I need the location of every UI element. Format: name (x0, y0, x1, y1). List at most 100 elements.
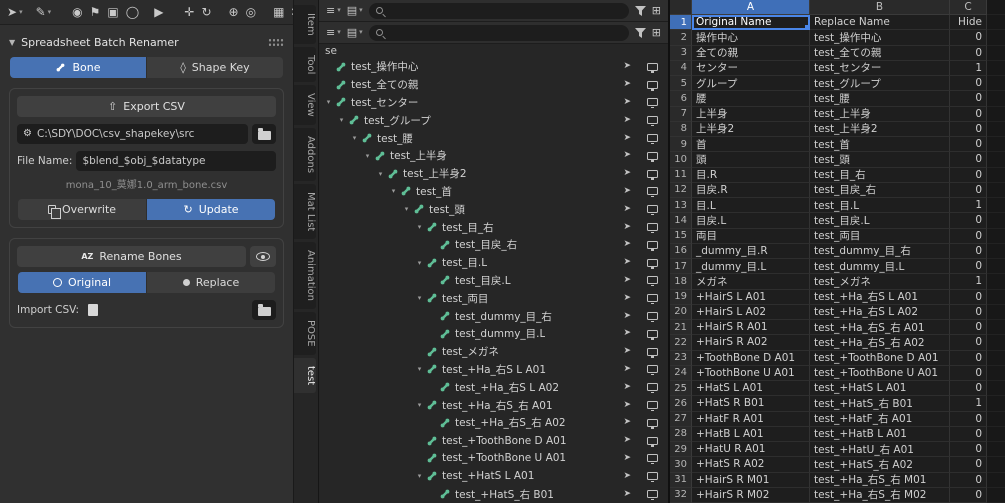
overlays-button[interactable]: ▦ (273, 6, 284, 18)
csv-path-field[interactable]: ⚙ C:\SDY\DOC\csv_shapekey\src (17, 124, 248, 144)
cell-c5[interactable]: 0 (950, 76, 987, 92)
cell-a23[interactable]: +ToothBone D A01 (692, 350, 810, 366)
cell-a2[interactable]: 操作中心 (692, 30, 810, 46)
outliner-row[interactable]: test_メガネ ➤ (319, 343, 668, 361)
snapping-button[interactable]: ⊕ (229, 6, 239, 18)
cell-b32[interactable]: test_+Ha_右S_右 M02 (810, 487, 950, 503)
row-header-27[interactable]: 27 (670, 411, 692, 427)
viewport-visibility-icon[interactable] (647, 169, 658, 180)
outliner-row[interactable]: ▾ test_両目 ➤ (319, 289, 668, 307)
cell-b13[interactable]: test_目.L (810, 198, 950, 214)
disclosure-triangle-icon[interactable]: ▾ (362, 152, 373, 160)
flag-marker-button[interactable]: ⚑ (90, 6, 101, 18)
cell-c4[interactable]: 1 (950, 60, 987, 76)
outliner-row[interactable]: ▾ test_頭 ➤ (319, 200, 668, 218)
viewport-visibility-icon[interactable] (647, 294, 658, 305)
cell-b8[interactable]: test_上半身2 (810, 121, 950, 137)
rename-bones-button[interactable]: AZ Rename Bones (17, 246, 246, 267)
cell-a16[interactable]: _dummy_目.R (692, 243, 810, 259)
cell-b25[interactable]: test_+HatS L A01 (810, 381, 950, 397)
cell-a25[interactable]: +HatS L A01 (692, 381, 810, 397)
cell-a27[interactable]: +HatF R A01 (692, 411, 810, 427)
sheet-corner-cell[interactable] (670, 0, 692, 15)
row-header-31[interactable]: 31 (670, 472, 692, 488)
proportional-edit-button[interactable]: ◎ (246, 6, 256, 18)
cell-a31[interactable]: +HairS R M01 (692, 472, 810, 488)
panel-expand-icon[interactable]: ▼ (9, 38, 15, 47)
overwrite-button[interactable]: Overwrite (18, 199, 146, 220)
import-browse-button[interactable] (252, 300, 276, 320)
mirror-toggle-button[interactable]: ▣ (107, 6, 118, 18)
outliner-row[interactable]: ▾ test_+HatS L A01 ➤ (319, 467, 668, 485)
viewport-visibility-icon[interactable] (647, 80, 658, 91)
row-header-9[interactable]: 9 (670, 137, 692, 153)
selectable-toggle-icon[interactable]: ➤ (623, 275, 631, 285)
selectable-toggle-icon[interactable]: ➤ (623, 258, 631, 267)
cell-c22[interactable]: 0 (950, 335, 987, 351)
cell-a13[interactable]: 目.L (692, 198, 810, 214)
row-header-25[interactable]: 25 (670, 381, 692, 397)
editor-type-menu-2[interactable]: ≡ ▾ (326, 27, 341, 38)
cell-c20[interactable]: 0 (950, 304, 987, 320)
cell-b28[interactable]: test_+HatB L A01 (810, 426, 950, 442)
cell-a14[interactable]: 目戻.L (692, 213, 810, 229)
row-header-4[interactable]: 4 (670, 60, 692, 76)
selectable-toggle-icon[interactable]: ➤ (623, 489, 631, 499)
cell-b15[interactable]: test_両目 (810, 228, 950, 244)
outliner-row[interactable]: test_操作中心 ➤ (319, 58, 668, 76)
cell-c18[interactable]: 1 (950, 274, 987, 290)
cell-c27[interactable]: 0 (950, 411, 987, 427)
cell-a22[interactable]: +HairS R A02 (692, 335, 810, 351)
sidebar-tab-addons[interactable]: Addons (294, 127, 316, 181)
display-mode-dropdown[interactable]: ▤ ▾ (347, 5, 363, 16)
viewport-visibility-icon[interactable] (647, 401, 658, 412)
selectable-toggle-icon[interactable]: ➤ (623, 400, 631, 410)
column-header-a[interactable]: A (692, 0, 810, 15)
outliner-row[interactable]: test_+HatS_右 B01 ➤ (319, 485, 668, 503)
viewport-visibility-icon[interactable] (647, 134, 658, 145)
outliner-row[interactable]: ▾ test_グループ ➤ (319, 111, 668, 129)
cell-b3[interactable]: test_全ての親 (810, 45, 950, 61)
cell-c13[interactable]: 1 (950, 198, 987, 214)
cell-a17[interactable]: _dummy_目.L (692, 259, 810, 275)
cell-b27[interactable]: test_+HatF_右 A01 (810, 411, 950, 427)
viewport-visibility-icon[interactable] (647, 347, 658, 358)
viewport-visibility-icon[interactable] (647, 490, 658, 501)
cell-b26[interactable]: test_+HatS_右 B01 (810, 396, 950, 412)
viewport-visibility-icon[interactable] (647, 436, 658, 447)
outliner-row[interactable]: test_dummy_目.L ➤ (319, 325, 668, 343)
cell-b7[interactable]: test_上半身 (810, 106, 950, 122)
cell-b10[interactable]: test_頭 (810, 152, 950, 168)
disclosure-triangle-icon[interactable]: ▾ (336, 116, 347, 124)
cell-c17[interactable]: 0 (950, 259, 987, 275)
row-header-24[interactable]: 24 (670, 365, 692, 381)
cell-a4[interactable]: センター (692, 60, 810, 76)
outliner-row[interactable]: test_全ての親 ➤ (319, 76, 668, 94)
outliner-row[interactable]: test_dummy_目_右 ➤ (319, 307, 668, 325)
disclosure-triangle-icon[interactable]: ▾ (375, 170, 386, 178)
cell-a12[interactable]: 目戻.R (692, 182, 810, 198)
selectable-toggle-icon[interactable]: ➤ (623, 204, 631, 214)
selectable-toggle-icon[interactable]: ➤ (623, 222, 631, 232)
transform-gizmo-button[interactable]: ✛ (184, 6, 194, 18)
cell-b9[interactable]: test_首 (810, 137, 950, 153)
disclosure-triangle-icon[interactable]: ▾ (388, 187, 399, 195)
selectable-toggle-icon[interactable]: ➤ (623, 62, 631, 71)
selectable-toggle-icon[interactable]: ➤ (623, 436, 631, 445)
cell-b20[interactable]: test_+Ha_右S L A02 (810, 304, 950, 320)
disclosure-triangle-icon[interactable]: ▾ (349, 134, 360, 142)
cell-c32[interactable]: 0 (950, 487, 987, 503)
cell-c11[interactable]: 0 (950, 167, 987, 183)
new-collection-button-2[interactable]: ⊞ (652, 27, 661, 38)
disclosure-triangle-icon[interactable]: ▾ (323, 98, 334, 106)
cell-a29[interactable]: +HatU R A01 (692, 442, 810, 458)
file-name-field[interactable]: $blend_$obj_$datatype (76, 151, 276, 171)
cell-b16[interactable]: test_dummy_目_右 (810, 243, 950, 259)
cell-c16[interactable]: 0 (950, 243, 987, 259)
outliner-row[interactable]: test_+Ha_右S L A02 ➤ (319, 378, 668, 396)
browse-folder-button[interactable] (252, 124, 276, 144)
selectable-toggle-icon[interactable]: ➤ (623, 115, 631, 125)
sidebar-tab-test[interactable]: test (294, 357, 316, 394)
sidebar-tab-tool[interactable]: Tool (294, 46, 316, 83)
row-header-7[interactable]: 7 (670, 106, 692, 122)
